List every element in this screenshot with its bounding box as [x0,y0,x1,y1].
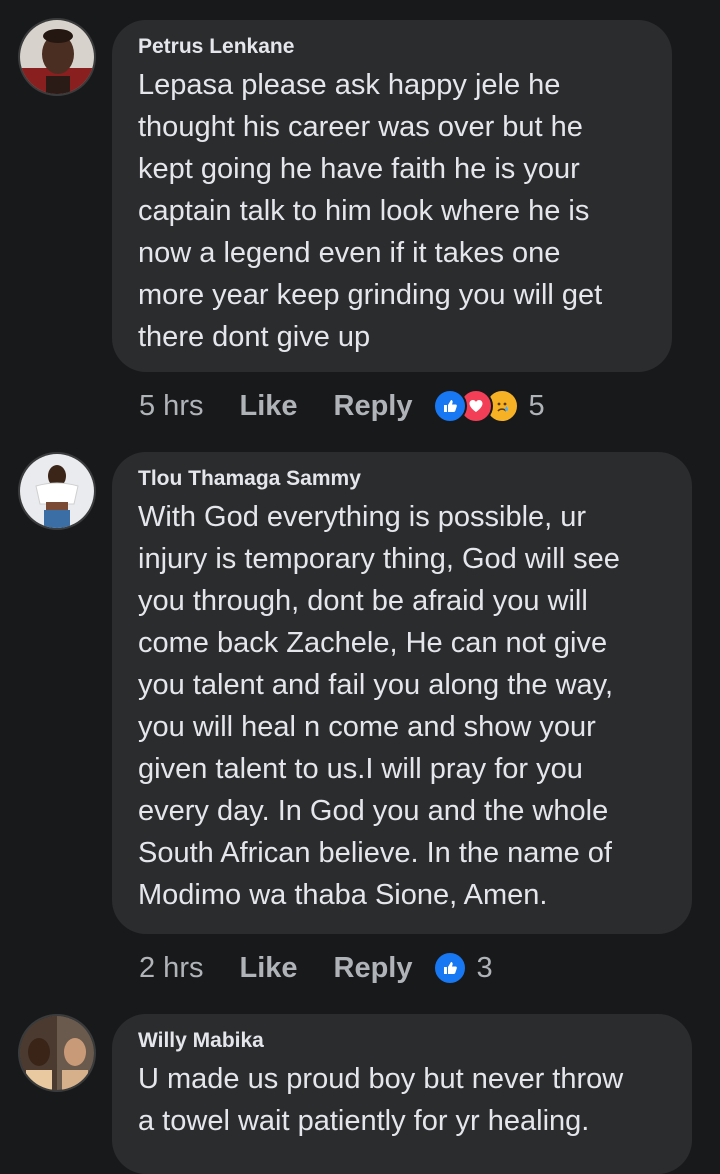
comment-text: Lepasa please ask happy jele he thought … [138,69,603,353]
comment-author[interactable]: Petrus Lenkane [138,34,650,60]
reply-button[interactable]: Reply [334,390,413,423]
comment-timestamp[interactable]: 2 hrs [139,952,203,985]
comment-bubble: Petrus Lenkane Lepasa please ask happy j… [112,20,672,372]
comment-author[interactable]: Willy Mabika [138,1028,670,1054]
reaction-count: 3 [476,951,493,984]
comment-text: U made us proud boy but never throw a to… [138,1063,624,1137]
comment-actions: 5 hrs Like Reply 5 [139,386,545,426]
comment-author[interactable]: Tlou Thamaga Sammy [138,466,670,492]
reactions-summary[interactable]: 3 [432,951,493,985]
reaction-count: 5 [528,389,545,422]
comment-actions: 2 hrs Like Reply 3 [139,948,493,988]
reactions-summary[interactable]: 5 [432,389,545,423]
avatar-photo-petrus [20,20,94,94]
avatar[interactable] [18,452,96,530]
avatar-photo-tlou [20,454,94,528]
like-reaction-icon [432,389,467,423]
comment-bubble: Tlou Thamaga Sammy With God everything i… [112,452,692,934]
avatar-photo-willy [20,1016,94,1090]
like-button[interactable]: Like [239,390,297,423]
comment-text: With God everything is possible, ur inju… [138,501,620,911]
like-button[interactable]: Like [239,952,297,985]
reply-button[interactable]: Reply [334,952,413,985]
avatar[interactable] [18,18,96,96]
comment-timestamp[interactable]: 5 hrs [139,390,203,423]
avatar[interactable] [18,1014,96,1092]
like-reaction-icon [432,951,467,985]
comment-bubble: Willy Mabika U made us proud boy but nev… [112,1014,692,1174]
